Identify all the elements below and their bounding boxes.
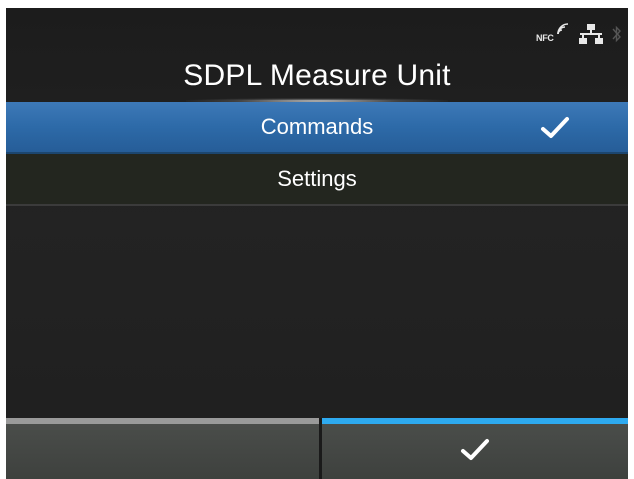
option-settings[interactable]: Settings [6,154,628,206]
nfc-icon: NFC [536,22,570,46]
check-icon [460,438,490,467]
option-label: Settings [277,166,357,191]
option-commands[interactable]: Commands [6,102,628,154]
page-title: SDPL Measure Unit [183,59,451,92]
nfc-label: NFC [536,33,554,43]
check-icon [540,116,570,146]
printer-display: NFC SDPL Measure Unit Commands Settings [6,8,628,479]
back-button[interactable] [6,418,319,479]
option-list: Commands Settings [6,102,628,206]
confirm-button[interactable] [322,418,628,479]
network-icon [578,23,604,45]
status-bar: NFC [536,20,622,48]
option-label: Commands [260,114,374,139]
bluetooth-icon [612,23,622,45]
device-frame: NFC SDPL Measure Unit Commands Settings [0,0,634,479]
function-bar [6,418,628,479]
